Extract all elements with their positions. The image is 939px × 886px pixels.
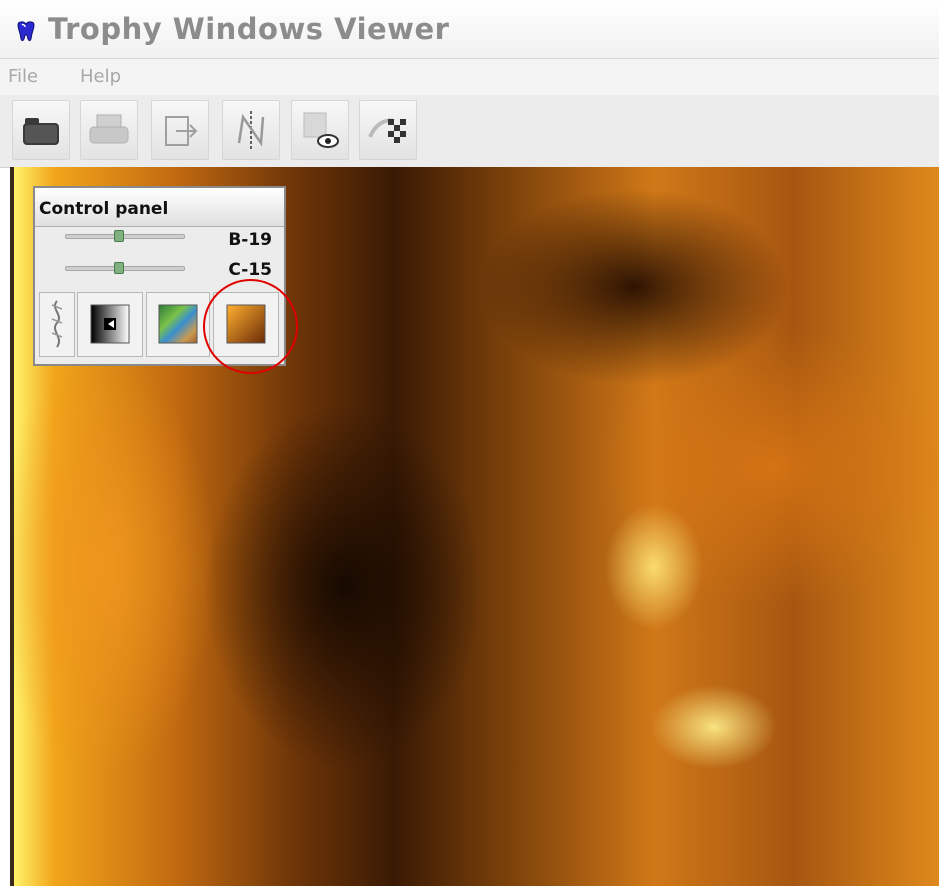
print-button[interactable] [80,100,138,160]
filter-button[interactable] [39,292,75,357]
flip-icon [237,111,265,149]
export-button[interactable] [151,100,209,160]
brightness-slider[interactable] [65,230,185,242]
filter-icon [51,300,63,348]
control-panel-title: Control panel [39,199,169,219]
control-panel-titlebar[interactable]: Control panel [35,188,284,227]
invert-button[interactable] [77,292,143,357]
open-icon [23,118,59,145]
invert-icon [90,304,130,344]
contrast-slider-thumb[interactable] [113,262,124,274]
view-icon [303,112,339,148]
menu-bar: File Help [0,58,939,96]
color-map-icon [158,304,198,344]
brightness-slider-thumb[interactable] [113,230,124,242]
export-icon [165,116,198,146]
app-tooth-icon [17,21,35,42]
menu-file[interactable]: File [8,66,38,87]
view-button[interactable] [291,100,349,160]
toolbar [0,95,939,168]
menu-help[interactable]: Help [80,66,121,87]
title-bar: Trophy Windows Viewer [0,0,939,58]
open-button[interactable] [12,100,70,160]
contrast-value: C-15 [228,260,272,280]
compare-icon [368,118,406,143]
flip-button[interactable] [222,100,280,160]
window-title: Trophy Windows Viewer [48,12,450,46]
color-map-button[interactable] [146,292,210,357]
compare-button[interactable] [359,100,417,160]
print-icon [89,114,129,144]
brightness-value: B-19 [228,230,272,250]
contrast-slider[interactable] [65,262,185,274]
highlight-circle-annotation [203,279,298,374]
